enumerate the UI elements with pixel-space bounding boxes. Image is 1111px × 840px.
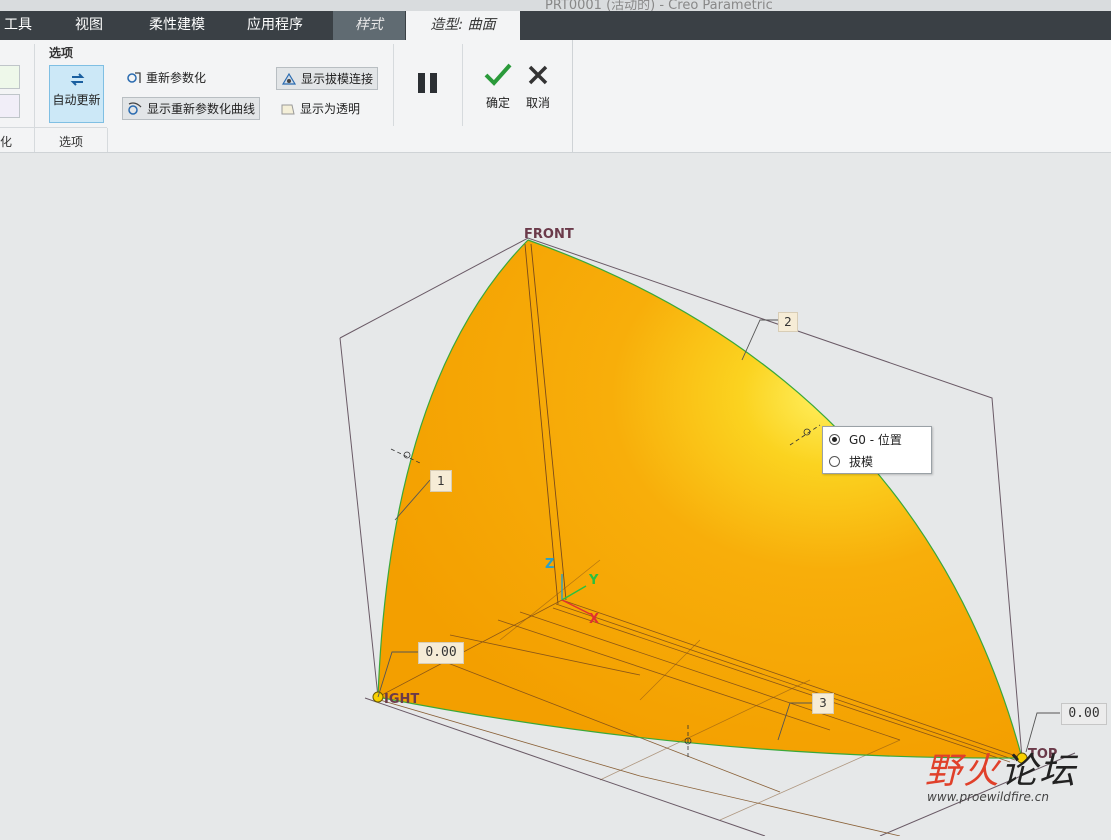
- z-axis-label: Z: [545, 557, 554, 572]
- left-group-label: 化: [0, 135, 13, 149]
- tab-view[interactable]: 视图: [75, 11, 103, 40]
- option-g0-position[interactable]: G0 - 位置: [829, 430, 902, 448]
- group-label-divider: [0, 127, 107, 128]
- option-draft-label: 拔模: [849, 454, 874, 469]
- show-transparent-button[interactable]: 显示为透明: [280, 100, 360, 117]
- right-datum-plane-edge: [339, 337, 379, 698]
- show-reparam-curves-label: 显示重新参数化曲线: [147, 102, 256, 116]
- watermark-text: 野火论坛: [925, 742, 1077, 794]
- reparam-curves-icon: [128, 101, 142, 115]
- show-transparent-label: 显示为透明: [300, 102, 361, 116]
- window-title: PRT0001 (活动的) - Creo Parametric: [545, 0, 773, 11]
- ok-label: 确定: [485, 96, 510, 110]
- tab-flexible-modeling[interactable]: 柔性建模: [149, 11, 205, 40]
- reparam-icon: [127, 71, 141, 83]
- pause-icon: [418, 73, 437, 93]
- watermark-text-a: 野火: [925, 751, 1002, 792]
- show-draft-connection-button[interactable]: 显示拔模连接: [276, 67, 379, 90]
- left-truncated-field-2[interactable]: [0, 94, 20, 118]
- model-canvas[interactable]: Z Y X FRONT IGHT TOP: [0, 153, 1111, 837]
- right-datum-label[interactable]: IGHT: [384, 692, 419, 707]
- watermark-text-b: 论坛: [1001, 751, 1078, 792]
- options-header: 选项: [49, 46, 74, 60]
- options-group-label: 选项: [59, 135, 84, 149]
- close-icon: [528, 65, 548, 85]
- tab-style[interactable]: 样式: [333, 11, 405, 40]
- title-bar: PRT0001 (活动的) - Creo Parametric: [0, 0, 1111, 11]
- reparameterize-button[interactable]: 重新参数化: [126, 69, 206, 86]
- style-surface[interactable]: [378, 240, 1022, 759]
- connection-type-menu: G0 - 位置 拔模: [822, 426, 932, 474]
- curve-1-callout[interactable]: 1: [430, 470, 452, 492]
- transparent-icon: [281, 104, 295, 114]
- ribbon-empty-area: [573, 40, 1111, 153]
- ribbon-panel: 化 选项 自动更新 重新参数化 显示重新参数化曲线 显示拔模连接 显示为透明 确…: [0, 40, 573, 153]
- x-axis-label: X: [589, 612, 599, 627]
- checkmark-icon: [484, 63, 512, 86]
- graphics-viewport[interactable]: Z Y X FRONT IGHT TOP 1 2 3 0.00 0.00: [0, 153, 1111, 837]
- curve-2-callout[interactable]: 2: [778, 312, 798, 332]
- ribbon-separator: [393, 44, 394, 126]
- y-axis-label: Y: [588, 573, 599, 588]
- value-right-callout[interactable]: 0.00: [1061, 703, 1107, 725]
- value-left-callout[interactable]: 0.00: [418, 642, 464, 664]
- show-reparam-curves-button[interactable]: 显示重新参数化曲线: [122, 97, 261, 120]
- cancel-button[interactable]: 取消: [520, 62, 556, 110]
- cancel-label: 取消: [525, 96, 550, 110]
- radio-selected-icon[interactable]: [829, 433, 840, 445]
- option-g0-label: G0 - 位置: [849, 432, 902, 447]
- radio-unselected-icon[interactable]: [829, 455, 840, 467]
- refresh-icon: [70, 73, 85, 86]
- show-draft-connection-label: 显示拔模连接: [301, 72, 374, 86]
- option-draft[interactable]: 拔模: [829, 452, 873, 470]
- forum-watermark: 野火论坛 www.proewildfire.cn: [925, 742, 1077, 804]
- tab-applications[interactable]: 应用程序: [247, 11, 303, 40]
- front-datum-label[interactable]: FRONT: [524, 227, 574, 242]
- auto-update-label: 自动更新: [52, 93, 101, 107]
- draft-connection-icon: [281, 72, 297, 85]
- left-truncated-field-1[interactable]: [0, 65, 20, 89]
- ok-button[interactable]: 确定: [480, 62, 516, 110]
- ribbon-tab-bar: 工具 视图 柔性建模 应用程序 样式 造型: 曲面: [0, 11, 1111, 40]
- reparameterize-label: 重新参数化: [146, 71, 207, 85]
- tab-tools[interactable]: 工具: [4, 11, 32, 40]
- pause-button[interactable]: [416, 72, 440, 94]
- curve-3-callout[interactable]: 3: [812, 693, 834, 714]
- ribbon-separator: [107, 128, 108, 152]
- tab-style-surface[interactable]: 造型: 曲面: [406, 11, 520, 40]
- ribbon-separator: [462, 44, 463, 126]
- auto-update-button[interactable]: 自动更新: [49, 65, 104, 123]
- ribbon-separator: [34, 44, 35, 152]
